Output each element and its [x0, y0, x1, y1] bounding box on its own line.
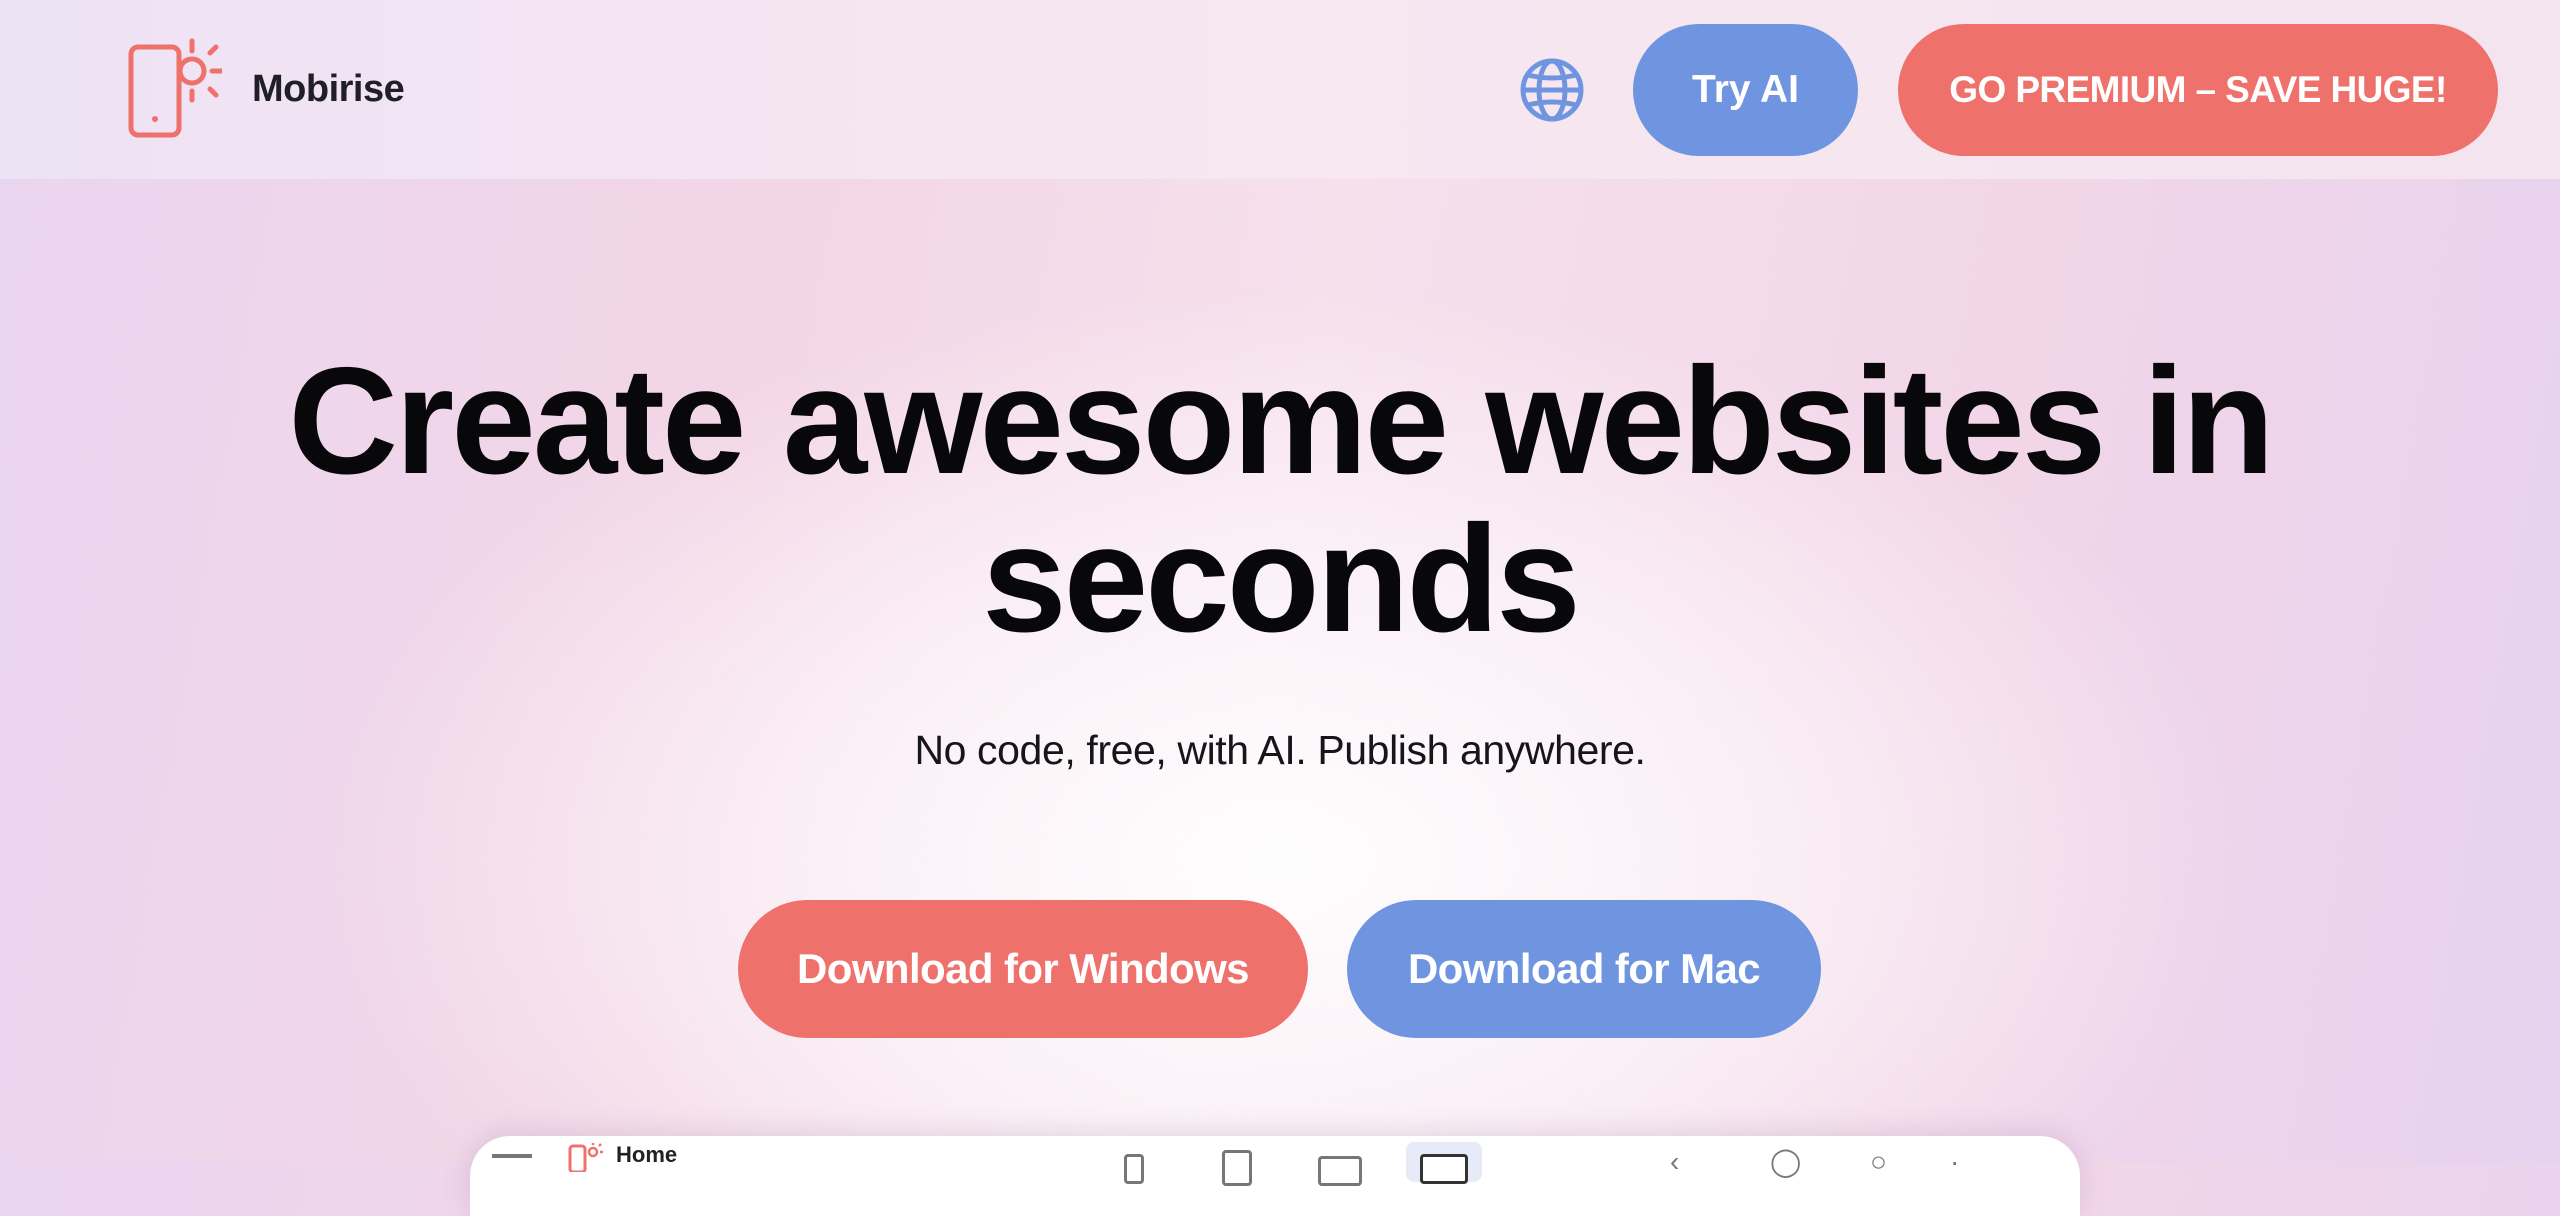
try-ai-button[interactable]: Try AI: [1633, 24, 1858, 156]
mobile-view-icon: [1124, 1154, 1144, 1184]
brand-name: Mobirise: [252, 67, 405, 110]
mobirise-logo-icon: [126, 38, 222, 140]
preview-icon: ◯: [1770, 1146, 1802, 1177]
app-preview-window: Home ‹ ◯ ○ ·: [470, 1136, 2080, 1216]
tablet-view-icon: [1222, 1150, 1252, 1186]
brand[interactable]: Mobirise: [126, 38, 405, 140]
mobirise-logo-small-icon: [568, 1142, 604, 1177]
settings-icon: ○: [1870, 1146, 1887, 1177]
download-windows-button[interactable]: Download for Windows: [738, 900, 1308, 1038]
hero-title: Create awesome websites in seconds: [0, 342, 2560, 658]
go-premium-button[interactable]: GO PREMIUM – SAVE HUGE!: [1898, 24, 2498, 156]
download-mac-button[interactable]: Download for Mac: [1347, 900, 1821, 1038]
preview-page-label: Home: [616, 1142, 678, 1167]
hero-title-line-2: seconds: [982, 494, 1581, 664]
hero-subtitle: No code, free, with AI. Publish anywhere…: [914, 727, 1646, 773]
laptop-view-icon: [1318, 1156, 1362, 1186]
globe-icon[interactable]: [1518, 56, 1586, 124]
hamburger-menu-icon: [492, 1154, 532, 1158]
site-header: Mobirise Try AI GO PREMIUM – SAVE HUGE!: [0, 0, 2560, 179]
desktop-view-icon: [1420, 1154, 1468, 1184]
hero-title-line-1: Create awesome websites in: [288, 336, 2274, 506]
more-icon: ·: [1950, 1146, 1960, 1177]
undo-icon: ‹: [1670, 1146, 1680, 1177]
